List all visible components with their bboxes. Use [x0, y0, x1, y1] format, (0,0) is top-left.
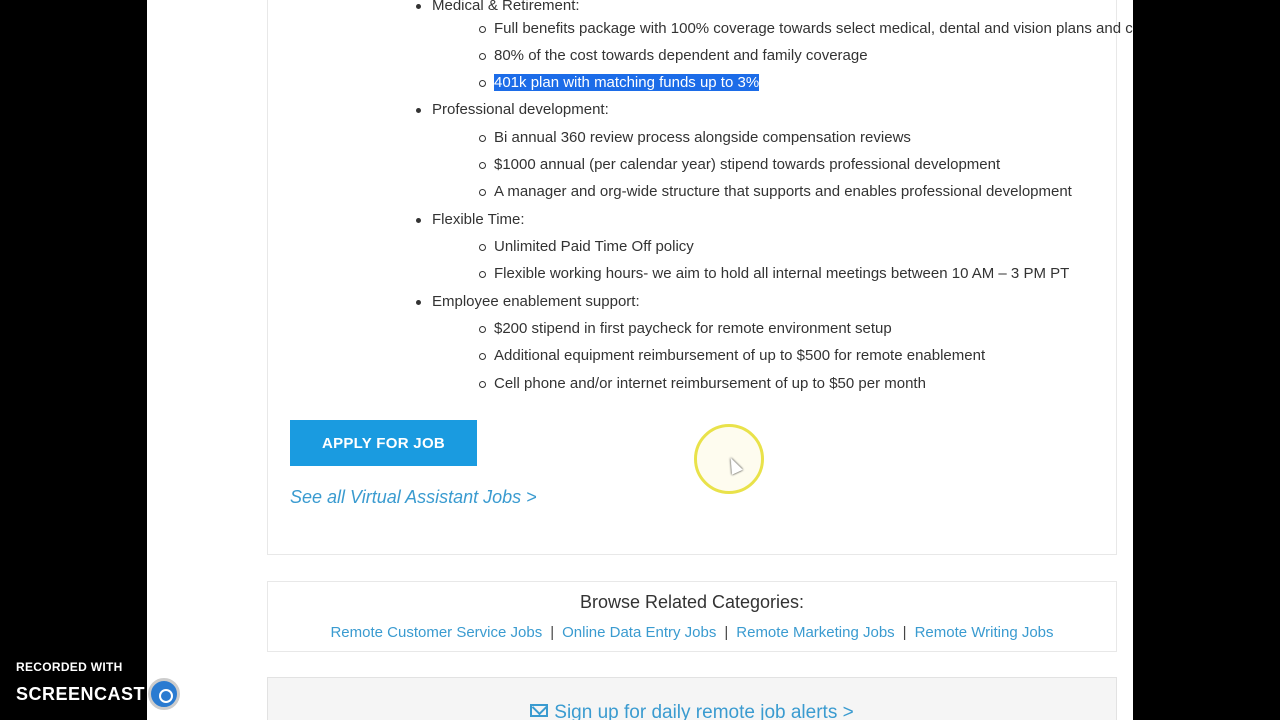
watermark-right: MATIC — [183, 683, 242, 704]
benefit-item: $200 stipend in first paycheck for remot… — [479, 315, 892, 342]
benefit-item: $1000 annual (per calendar year) stipend… — [478, 151, 1000, 178]
benefit-item: Unlimited Paid Time Off policy — [479, 233, 694, 260]
job-alert-box: Sign up for daily remote job alerts > — [267, 677, 1117, 720]
apply-for-job-button[interactable]: APPLY FOR JOB — [290, 420, 477, 466]
category-link-data-entry[interactable]: Online Data Entry Jobs — [562, 624, 716, 641]
see-all-jobs-link[interactable]: See all Virtual Assistant Jobs > — [290, 487, 537, 508]
benefit-section-professional-development: Professional development: — [416, 101, 609, 118]
screencast-logo-icon — [148, 678, 181, 710]
benefit-section-flexible-time: Flexible Time: — [416, 211, 525, 228]
benefit-item-continued: 80% of the cost towards dependent and fa… — [479, 42, 868, 69]
benefit-item: A manager and org-wide structure that su… — [479, 178, 1072, 205]
selected-text: 401k plan with matching funds up to 3% — [494, 74, 760, 91]
related-categories-links: Remote Customer Service Jobs | Online Data… — [268, 624, 1116, 641]
benefit-item-selected: 401k plan with matching funds up to 3% — [478, 69, 760, 96]
mail-icon — [530, 704, 549, 717]
related-categories-box: Browse Related Categories: Remote Custom… — [267, 581, 1117, 652]
benefit-item: Full benefits package with 100% coverage… — [479, 15, 1133, 42]
benefit-item: Cell phone and/or internet reimbursement… — [479, 370, 926, 397]
link-separator: | — [902, 624, 907, 641]
benefit-section-enablement: Employee enablement support: — [416, 293, 640, 310]
category-link-marketing[interactable]: Remote Marketing Jobs — [736, 624, 894, 641]
benefit-item: Additional equipment reimbursement of up… — [478, 342, 985, 369]
category-link-writing[interactable]: Remote Writing Jobs — [915, 624, 1054, 641]
benefit-item: Bi annual 360 review process alongside c… — [479, 124, 911, 151]
right-letterbox — [1133, 0, 1280, 720]
watermark-brand: SCREENCAST MATIC — [16, 678, 241, 710]
watermark-recorded-with: RECORDED WITH — [16, 660, 123, 674]
job-alert-signup-label: Sign up for daily remote job alerts > — [554, 702, 854, 720]
screencast-watermark: RECORDED WITH SCREENCAST MATIC — [16, 660, 241, 710]
benefit-section-medical: Medical & Retirement: — [416, 0, 580, 14]
job-alert-signup-link[interactable]: Sign up for daily remote job alerts > — [268, 702, 1116, 720]
related-categories-title: Browse Related Categories: — [579, 592, 805, 612]
category-link-customer-service[interactable]: Remote Customer Service Jobs — [330, 624, 542, 641]
job-page: Medical & Retirement: Full benefits pack… — [147, 0, 1133, 720]
link-separator: | — [550, 624, 555, 641]
link-separator: | — [724, 624, 729, 641]
job-description-card: Medical & Retirement: Full benefits pack… — [267, 0, 1133, 555]
watermark-left: SCREENCAST — [16, 683, 146, 704]
benefit-item: Flexible working hours- we aim to hold a… — [478, 260, 1069, 287]
